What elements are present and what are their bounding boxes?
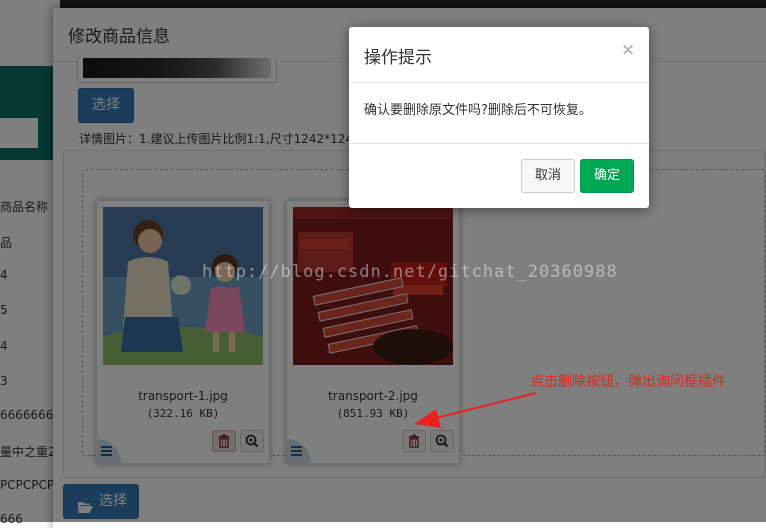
annotation-text: 点击删除按钮，弹出询问框插件 [530,374,726,390]
dialog-message: 确认要删除原文件吗?删除后不可恢复。 [364,103,592,118]
cancel-button[interactable]: 取消 [521,159,575,193]
confirm-button[interactable]: 确定 [580,159,634,193]
dialog-title: 操作提示 [364,48,432,68]
divider [349,82,649,83]
watermark: http://blog.csdn.net/gitchat_20360988 [202,262,618,282]
divider [349,143,649,144]
close-icon[interactable]: × [621,40,635,60]
confirm-dialog: 操作提示 × 确认要删除原文件吗?删除后不可恢复。 取消 确定 [349,27,649,208]
